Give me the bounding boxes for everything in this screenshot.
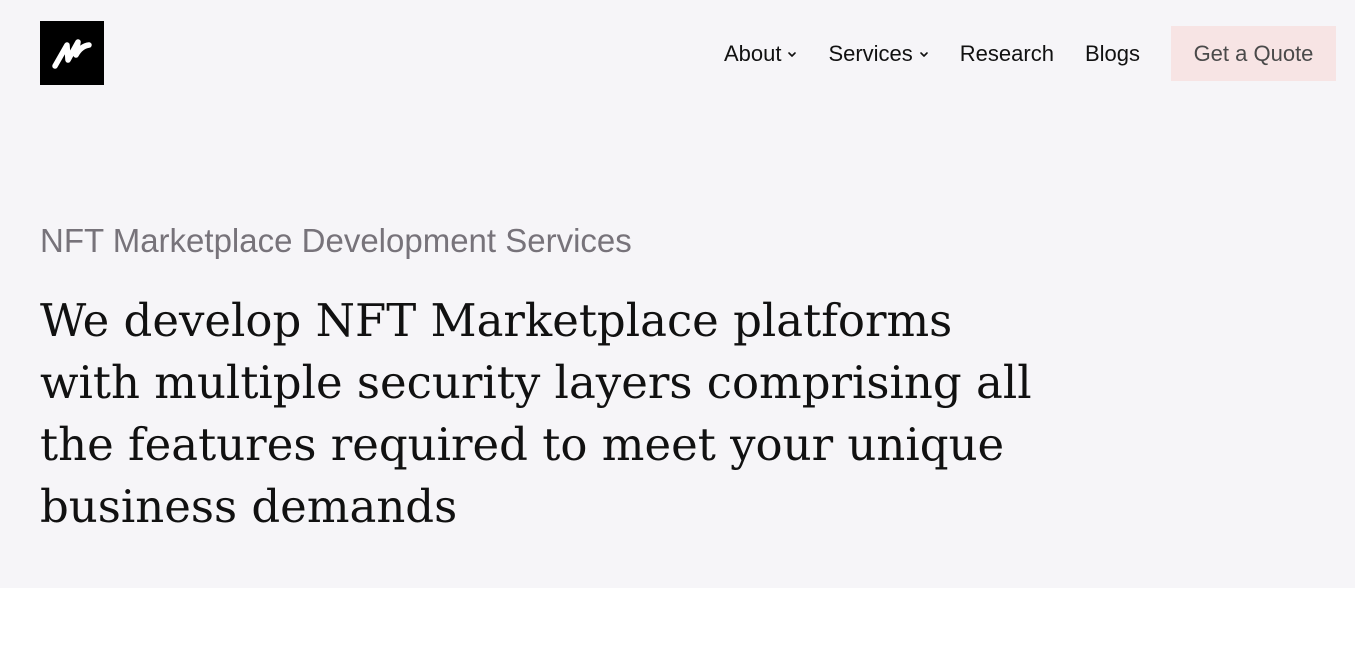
- hero-section: About Services Research Blogs Get a Quot…: [0, 0, 1355, 588]
- w-logo-icon: [52, 39, 92, 69]
- main-nav: About Services Research Blogs Get a Quot…: [724, 26, 1336, 81]
- nav-item-services-label: Services: [828, 40, 913, 66]
- logo[interactable]: [40, 21, 104, 85]
- chevron-down-icon: [919, 51, 928, 57]
- nav-item-blogs-label: Blogs: [1084, 40, 1140, 66]
- nav-item-blogs[interactable]: Blogs: [1085, 41, 1140, 67]
- nav-item-services[interactable]: Services: [828, 41, 928, 67]
- nav-item-research[interactable]: Research: [960, 41, 1054, 67]
- nav-item-about-label: About: [723, 40, 782, 66]
- hero-subtitle: NFT Marketplace Development Services: [40, 222, 632, 259]
- get-a-quote-button[interactable]: Get a Quote: [1171, 26, 1336, 81]
- nav-item-research-label: Research: [959, 40, 1054, 66]
- nav-item-about[interactable]: About: [724, 41, 798, 67]
- hero-headline: We develop NFT Marketplace platforms wit…: [40, 294, 1032, 533]
- chevron-down-icon: [788, 51, 797, 57]
